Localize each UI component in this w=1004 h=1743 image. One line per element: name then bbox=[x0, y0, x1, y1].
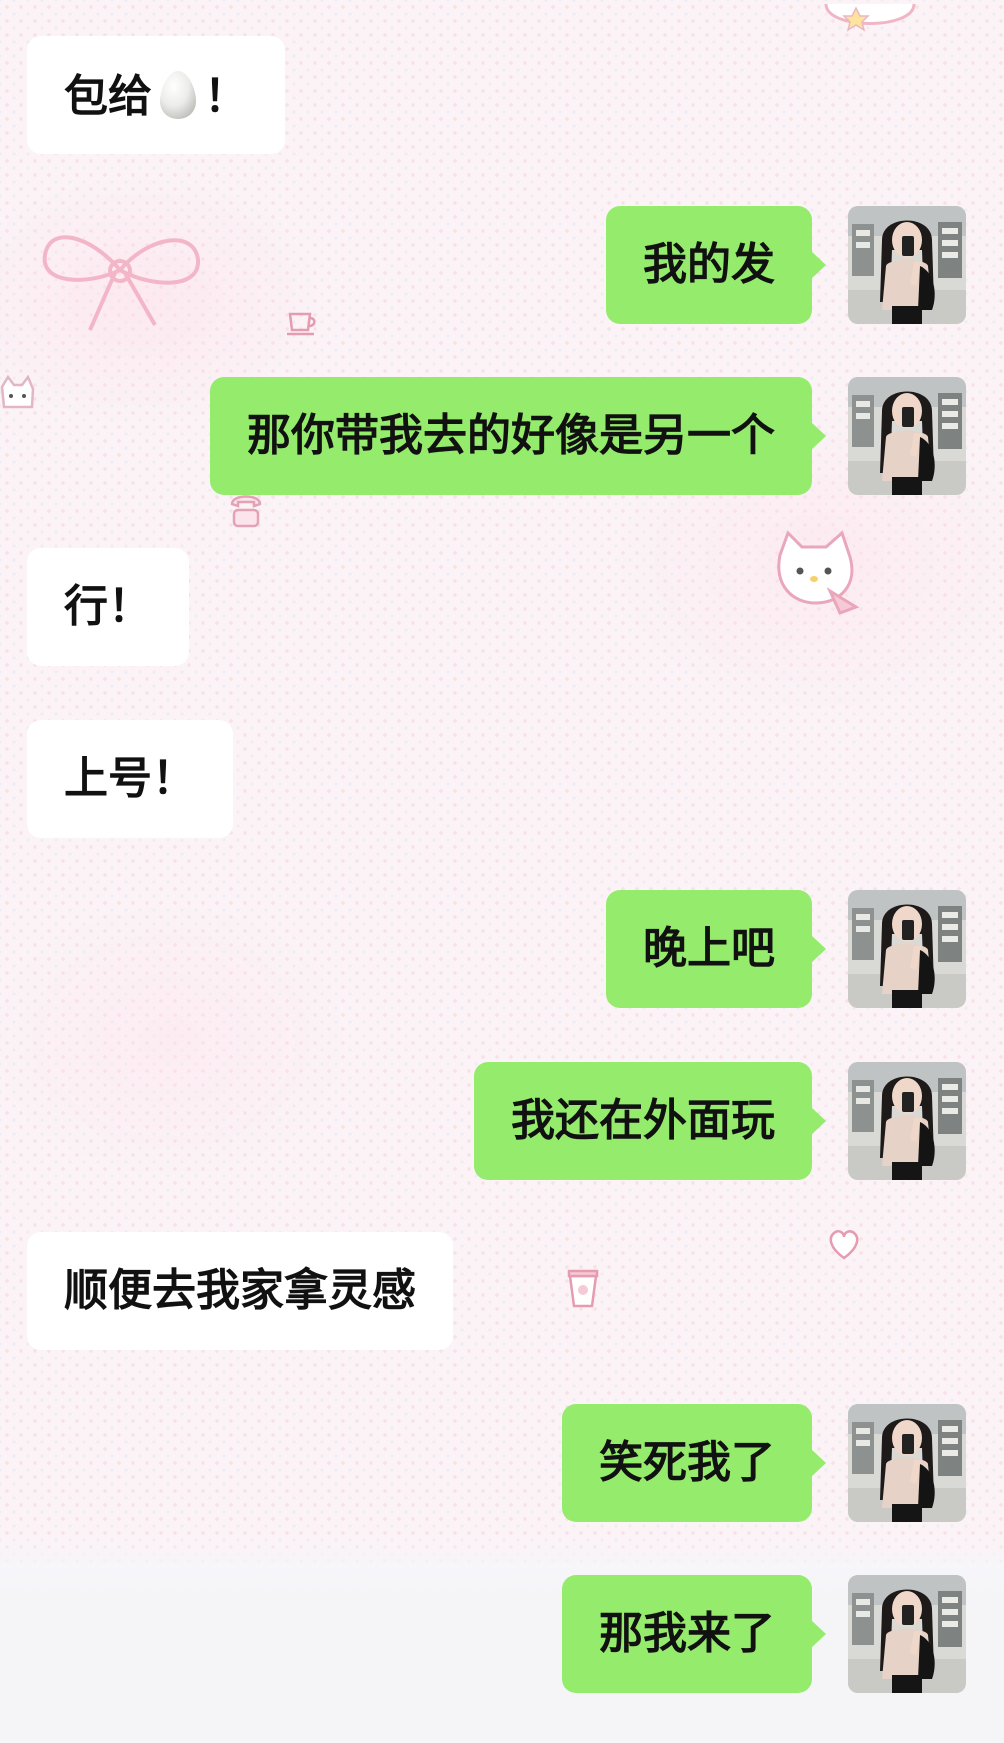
outgoing-message-bubble[interactable]: 我还在外面玩 bbox=[474, 1062, 826, 1180]
outgoing-message-bubble[interactable]: 我的发 bbox=[606, 206, 826, 324]
phone-decoration-icon bbox=[230, 495, 262, 528]
cup-decoration-icon bbox=[567, 1269, 599, 1308]
message-text: 顺便去我家拿灵感 bbox=[64, 1265, 416, 1316]
kitty-face-decoration-icon bbox=[777, 530, 860, 615]
user-avatar-icon[interactable] bbox=[848, 206, 966, 324]
incoming-message-bubble[interactable]: 行！ bbox=[27, 548, 189, 666]
outgoing-message-bubble[interactable]: 那你带我去的好像是另一个 bbox=[210, 377, 826, 495]
outgoing-message-bubble[interactable]: 笑死我了 bbox=[562, 1404, 826, 1522]
coffee-cup-decoration-icon bbox=[287, 312, 316, 336]
message-text: 我的发 bbox=[643, 239, 775, 290]
message-text: 上号！ bbox=[64, 753, 196, 804]
user-avatar-icon[interactable] bbox=[848, 377, 966, 495]
message-text: 笑死我了 bbox=[599, 1437, 775, 1488]
user-avatar-icon[interactable] bbox=[848, 1575, 966, 1693]
message-text: 行！ bbox=[64, 581, 152, 632]
user-avatar-icon[interactable] bbox=[848, 1404, 966, 1522]
ribbon-bow-decoration-icon bbox=[42, 235, 201, 331]
heart-decoration-icon bbox=[829, 1230, 859, 1260]
user-avatar-icon[interactable] bbox=[848, 890, 966, 1008]
incoming-message-bubble[interactable]: 上号！ bbox=[27, 720, 233, 838]
message-text: 那你带我去的好像是另一个 bbox=[247, 410, 775, 461]
message-text: 包给 bbox=[64, 71, 152, 122]
egg-emoji-icon bbox=[160, 71, 196, 119]
outgoing-message-bubble[interactable]: 那我来了 bbox=[562, 1575, 826, 1693]
user-avatar-icon[interactable] bbox=[848, 1062, 966, 1180]
message-text: 我还在外面玩 bbox=[511, 1095, 775, 1146]
message-text-suffix: ！ bbox=[204, 71, 248, 122]
incoming-message-bubble[interactable]: 包给 ！ bbox=[27, 36, 285, 154]
star-cloud-decoration-icon bbox=[824, 3, 916, 32]
cat-face-decoration-icon bbox=[0, 375, 35, 409]
message-text: 晚上吧 bbox=[643, 923, 775, 974]
outgoing-message-bubble[interactable]: 晚上吧 bbox=[606, 890, 826, 1008]
message-text: 那我来了 bbox=[599, 1608, 775, 1659]
incoming-message-bubble[interactable]: 顺便去我家拿灵感 bbox=[27, 1232, 453, 1350]
